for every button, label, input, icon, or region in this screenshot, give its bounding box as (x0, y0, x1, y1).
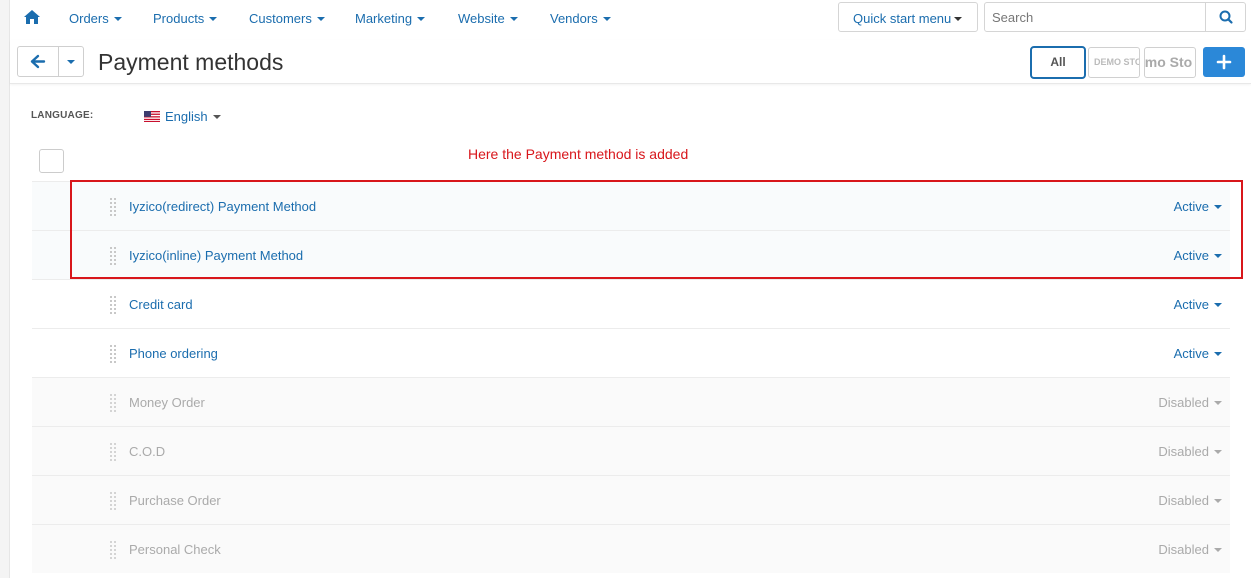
chevron-down-icon (1214, 449, 1222, 454)
chevron-down-icon (954, 16, 963, 21)
top-navigation: Orders Products Customers Marketing Webs… (10, 0, 1251, 36)
drag-handle-icon[interactable] (110, 296, 116, 314)
nav-orders[interactable]: Orders (69, 11, 122, 26)
status-dropdown[interactable]: Active (1174, 199, 1222, 214)
drag-handle-icon[interactable] (110, 394, 116, 412)
search-input[interactable] (985, 3, 1205, 31)
nav-products[interactable]: Products (153, 11, 218, 26)
chevron-down-icon (212, 114, 221, 119)
chevron-down-icon (1214, 498, 1222, 503)
chevron-down-icon (1214, 253, 1222, 258)
nav-vendors[interactable]: Vendors (550, 11, 611, 26)
status-label: Active (1173, 346, 1209, 361)
list-item: Purchase Order Disabled (32, 475, 1230, 524)
payment-method-name[interactable]: Credit card (129, 297, 193, 312)
status-dropdown[interactable]: Active (1174, 297, 1222, 312)
list-item: Iyzico(redirect) Payment Method Active (32, 181, 1230, 230)
drag-handle-icon[interactable] (110, 443, 116, 461)
chevron-down-icon (1214, 204, 1222, 209)
payment-method-name[interactable]: Personal Check (129, 542, 221, 557)
store-all-button[interactable]: All (1030, 46, 1086, 79)
chevron-down-icon (1214, 351, 1222, 356)
chevron-down-icon (1214, 400, 1222, 405)
chevron-down-icon (509, 16, 518, 21)
back-dropdown-button[interactable] (58, 46, 84, 77)
status-label: Disabled (1158, 542, 1209, 557)
payment-method-name[interactable]: Iyzico(inline) Payment Method (129, 248, 303, 263)
nav-website-label: Website (458, 11, 505, 26)
nav-vendors-label: Vendors (550, 11, 598, 26)
status-dropdown[interactable]: Disabled (1158, 493, 1222, 508)
drag-handle-icon[interactable] (110, 541, 116, 559)
drag-handle-icon[interactable] (110, 492, 116, 510)
store-demo-button-1[interactable]: DEMO STO (1088, 47, 1140, 78)
language-label: LANGUAGE: (31, 110, 94, 121)
status-dropdown[interactable]: Disabled (1158, 444, 1222, 459)
home-icon[interactable] (24, 10, 40, 24)
status-label: Active (1173, 199, 1209, 214)
nav-customers[interactable]: Customers (249, 11, 325, 26)
chevron-down-icon (316, 16, 325, 21)
us-flag-icon (144, 111, 160, 123)
payment-method-name[interactable]: Purchase Order (129, 493, 221, 508)
chevron-down-icon (1214, 547, 1222, 552)
status-dropdown[interactable]: Active (1174, 346, 1222, 361)
plus-icon (1216, 54, 1232, 70)
status-label: Disabled (1158, 444, 1209, 459)
search-button[interactable] (1205, 3, 1245, 31)
chevron-down-icon (602, 16, 611, 21)
payment-methods-list: Iyzico(redirect) Payment Method Active I… (32, 181, 1230, 573)
chevron-down-icon (1214, 302, 1222, 307)
list-item: Phone ordering Active (32, 328, 1230, 377)
select-all-checkbox[interactable] (39, 149, 64, 173)
payment-method-name[interactable]: C.O.D (129, 444, 165, 459)
page-title: Payment methods (98, 49, 284, 75)
search-icon (1219, 10, 1233, 24)
list-item: Personal Check Disabled (32, 524, 1230, 573)
status-dropdown[interactable]: Active (1174, 248, 1222, 263)
list-item: Credit card Active (32, 279, 1230, 328)
chevron-down-icon (113, 16, 122, 21)
payment-method-name[interactable]: Phone ordering (129, 346, 218, 361)
payment-method-name[interactable]: Iyzico(redirect) Payment Method (129, 199, 316, 214)
status-dropdown[interactable]: Disabled (1158, 542, 1222, 557)
chevron-down-icon (67, 60, 75, 64)
nav-marketing[interactable]: Marketing (355, 11, 426, 26)
list-item: Iyzico(inline) Payment Method Active (32, 230, 1230, 279)
status-label: Active (1173, 248, 1209, 263)
status-dropdown[interactable]: Disabled (1158, 395, 1222, 410)
nav-website[interactable]: Website (458, 11, 518, 26)
add-payment-method-button[interactable] (1203, 47, 1245, 77)
quick-start-label: Quick start menu (853, 11, 952, 26)
drag-handle-icon[interactable] (110, 345, 116, 363)
language-selector[interactable]: English (144, 109, 221, 124)
language-selected: English (165, 109, 208, 124)
store-demo-button-2[interactable]: emo Sto (1144, 47, 1196, 78)
status-label: Disabled (1158, 493, 1209, 508)
nav-marketing-label: Marketing (355, 11, 413, 26)
quick-start-menu-button[interactable]: Quick start menu (838, 2, 978, 32)
annotation-text: Here the Payment method is added (468, 146, 689, 162)
page-header: Payment methods All DEMO STO emo Sto (10, 40, 1251, 84)
drag-handle-icon[interactable] (110, 247, 116, 265)
arrow-left-icon (30, 54, 46, 69)
nav-customers-label: Customers (249, 11, 312, 26)
list-item: Money Order Disabled (32, 377, 1230, 426)
chevron-down-icon (417, 16, 426, 21)
list-item: C.O.D Disabled (32, 426, 1230, 475)
back-button[interactable] (17, 46, 59, 77)
drag-handle-icon[interactable] (110, 198, 116, 216)
status-label: Active (1173, 297, 1209, 312)
nav-orders-label: Orders (69, 11, 109, 26)
status-label: Disabled (1158, 395, 1209, 410)
nav-products-label: Products (153, 11, 205, 26)
chevron-down-icon (209, 16, 218, 21)
search-box (984, 2, 1246, 32)
left-edge-strip (0, 0, 10, 578)
payment-method-name[interactable]: Money Order (129, 395, 205, 410)
